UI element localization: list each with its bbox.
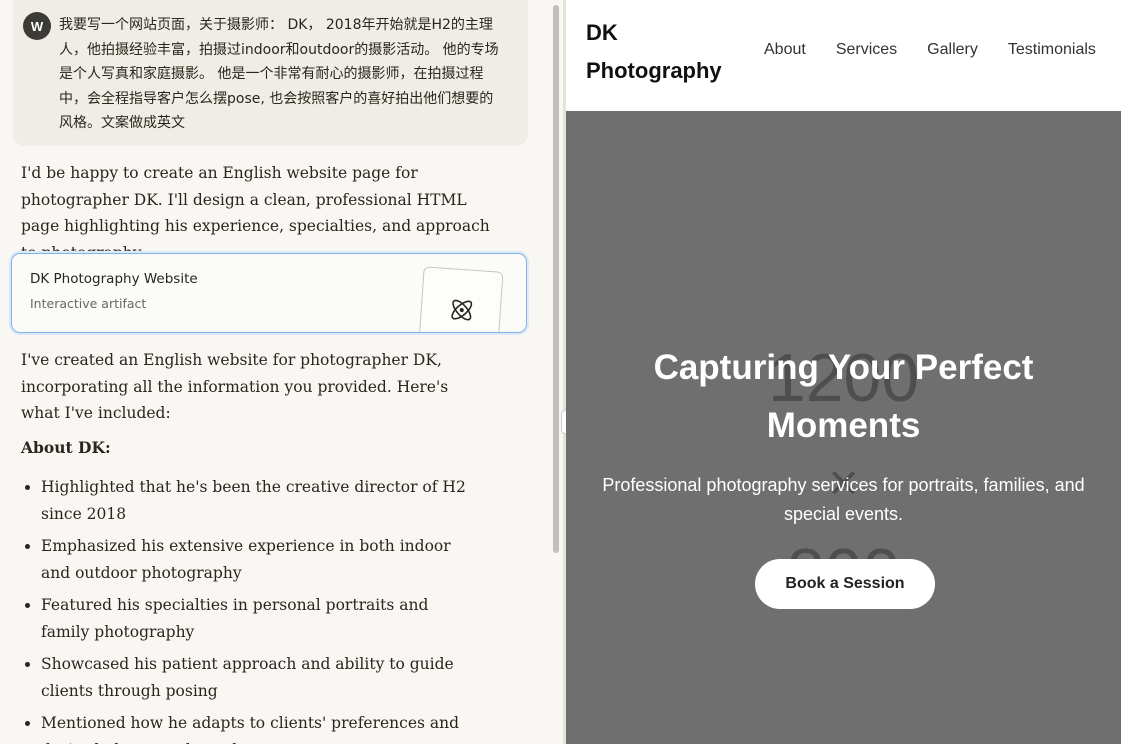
user-message-text: 我要写一个网站页面，关于摄影师： DK， 2018年开始就是H2的主理人，他拍摄… bbox=[59, 17, 499, 131]
list-item: Emphasized his extensive experience in b… bbox=[21, 533, 481, 586]
site-nav: About Services Gallery Testimonials bbox=[764, 41, 1096, 59]
artifact-thumbnail bbox=[418, 266, 504, 332]
nav-link-services[interactable]: Services bbox=[836, 41, 897, 59]
book-session-button[interactable]: Book a Session bbox=[755, 559, 935, 609]
artifact-subtitle: Interactive artifact bbox=[30, 296, 147, 311]
assistant-intro: I'd be happy to create an English websit… bbox=[21, 164, 490, 262]
list-item: Highlighted that he's been the creative … bbox=[21, 474, 481, 527]
bullet-list: Highlighted that he's been the creative … bbox=[21, 474, 481, 744]
chat-scrollbar-thumb[interactable] bbox=[553, 5, 559, 553]
hero-title: Capturing Your Perfect Moments bbox=[653, 348, 1034, 445]
section-heading: About DK: bbox=[21, 438, 111, 457]
artifact-card[interactable]: DK Photography Website Interactive artif… bbox=[11, 253, 527, 333]
artifact-title: DK Photography Website bbox=[30, 271, 198, 287]
nav-link-about[interactable]: About bbox=[764, 41, 806, 59]
hero-section: 1200 × 800 Capturing Your Perfect Moment… bbox=[566, 111, 1121, 744]
list-item: Featured his specialties in personal por… bbox=[21, 592, 481, 645]
nav-link-testimonials[interactable]: Testimonials bbox=[1008, 41, 1096, 59]
list-item: Mentioned how he adapts to clients' pref… bbox=[21, 710, 481, 744]
artifact-preview: DK Photography About Services Gallery Te… bbox=[566, 0, 1121, 744]
assistant-followup: I've created an English website for phot… bbox=[21, 351, 449, 422]
atom-icon bbox=[451, 299, 473, 321]
list-item: Showcased his patient approach and abili… bbox=[21, 651, 481, 704]
user-message: W 我要写一个网站页面，关于摄影师： DK， 2018年开始就是H2的主理人，他… bbox=[13, 0, 528, 146]
site-logo[interactable]: DK Photography bbox=[586, 14, 756, 90]
user-avatar: W bbox=[23, 12, 51, 40]
chat-pane: W 我要写一个网站页面，关于摄影师： DK， 2018年开始就是H2的主理人，他… bbox=[0, 0, 563, 744]
site-header: DK Photography About Services Gallery Te… bbox=[566, 0, 1121, 111]
nav-link-gallery[interactable]: Gallery bbox=[927, 41, 978, 59]
hero-subtitle: Professional photography services for po… bbox=[602, 475, 1085, 524]
